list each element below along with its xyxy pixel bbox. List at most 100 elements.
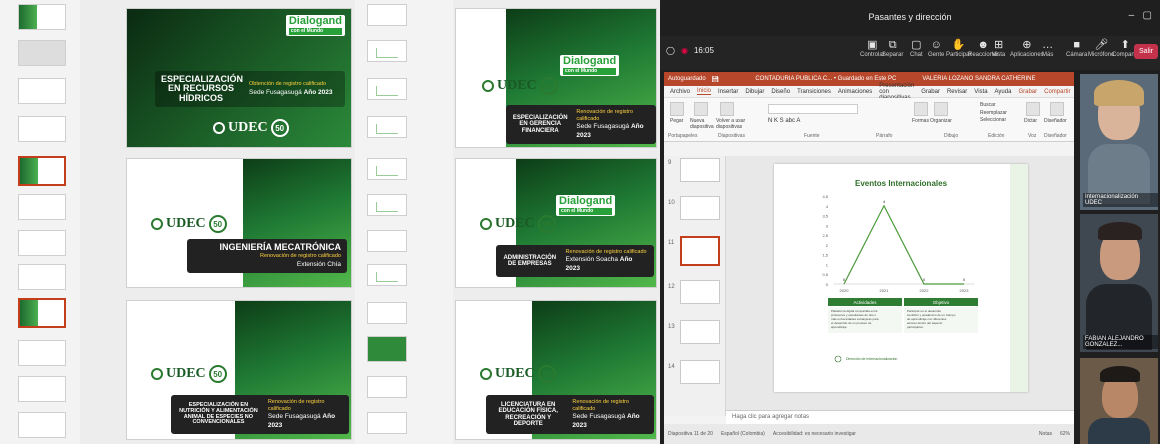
slide-recursos-hidricos[interactable]: Dialogand con el Mundo ESPECIALIZACIÓN EN… [126,8,352,148]
more-button[interactable]: … Más [1042,39,1053,58]
mini-slide[interactable] [18,412,66,438]
save-icon[interactable]: 💾︎ [712,76,720,83]
slide-editing-canvas: Eventos Internacionales 0 0,5 1 1,5 2 2,5 3 3,5 4… [726,156,1074,410]
mini-slide[interactable] [367,264,407,286]
slide-sorter-window: Dialogand con el Mundo ESPECIALIZACIÓN EN… [0,0,660,444]
tab-diseno[interactable]: Diseño [771,89,790,95]
camera-button[interactable]: ■ Cámara [1066,39,1087,58]
tab-insertar[interactable]: Insertar [718,89,738,95]
shapes-button[interactable] [914,102,928,116]
mini-slide[interactable] [367,376,407,398]
participant-body [1088,418,1150,444]
tab-animaciones[interactable]: Animaciones [838,89,872,95]
y-tick-label: 4 [826,204,829,209]
tab-dibujar[interactable]: Dibujar [745,89,764,95]
notes-button[interactable]: Notas [1039,431,1052,437]
mini-slide[interactable] [367,302,407,324]
participant-video[interactable] [1080,358,1158,444]
mini-slide[interactable] [18,194,66,220]
paste-button[interactable] [670,102,684,116]
participant-video[interactable]: Internacionalización UDEC [1080,74,1158,210]
reuse-slides-button[interactable] [720,102,734,116]
mini-slide[interactable] [367,116,407,138]
meeting-title: Pasantes y dirección [868,12,952,22]
view-icon: ⊞ [994,39,1004,51]
mini-slide[interactable] [367,40,407,62]
apps-button[interactable]: ⊕ Aplicaciones [1010,39,1044,58]
share-ppt-button[interactable]: Compartir [1044,89,1070,95]
udec-logo: UDEC 50 [213,119,289,137]
window-controls[interactable]: – ▢ [1129,10,1152,21]
udec-logo: UDEC 50 [151,365,227,383]
mini-slide[interactable] [367,230,407,252]
thumb-slide[interactable] [680,158,720,182]
designer-button[interactable] [1050,102,1064,116]
mini-slide[interactable] [18,40,66,66]
participant-video[interactable]: FABIAN ALEJANDRO GONZALEZ... [1080,214,1158,352]
tab-archivo[interactable]: Archivo [670,89,690,95]
slide-banner: LICENCIATURA EN EDUCACIÓN FÍSICA, RECREA… [486,395,654,435]
dictate-button[interactable] [1026,102,1040,116]
meeting-toolbar: ◯ ◉ 16:05 ▣ Controlar ⧉ Separar ▢ Chat ☺ Gente… [660,36,1160,70]
notes-pane[interactable]: Haga clic para agregar notas [726,410,1074,424]
tab-ayuda[interactable]: Ayuda [995,89,1012,95]
mini-slide-selected[interactable] [18,298,66,328]
slide-gerencia-financiera[interactable]: Dialogand con el Mundo UDEC 50 ESPECIALIZA… [455,8,657,148]
new-slide-button[interactable] [694,102,708,116]
participant-hair [1100,366,1140,382]
edit-group[interactable]: Buscar Reemplazar Seleccionar [980,102,1007,125]
zoom-level[interactable]: 62% [1060,431,1070,437]
mini-slide[interactable] [367,412,407,434]
mini-slide[interactable] [18,4,66,30]
mini-slide[interactable] [367,158,407,180]
separate-button[interactable]: ⧉ Separar [882,39,903,58]
chat-button[interactable]: ▢ Chat [910,39,923,58]
mic-button[interactable]: 🎤︎ Micrófono [1088,39,1114,58]
react-icon: ☻ [977,39,989,51]
dialogando-logo: Dialogand con el Mundo [556,195,616,216]
teams-title-bar: Pasantes y dirección – ▢ [660,0,1160,36]
thumb-slide[interactable] [680,280,720,304]
mini-slide[interactable] [18,116,66,142]
mini-slide[interactable] [18,230,66,256]
tab-grabar[interactable]: Grabar [921,89,940,95]
tab-transiciones[interactable]: Transiciones [797,89,831,95]
slide-administracion-empresas[interactable]: Dialogand con el Mundo UDEC 50 ADMINISTRAC… [455,158,657,288]
thumb-slide-selected[interactable] [680,236,720,266]
tab-vista[interactable]: Vista [974,89,987,95]
events-line-chart: Eventos Internacionales 0 0,5 1 1,5 2 2,5 3 3,5 4… [822,164,1028,392]
mini-slide[interactable] [367,194,407,216]
mini-slide[interactable] [18,264,66,290]
slide-nutricion-animal[interactable]: UDEC 50 ESPECIALIZACIÓN EN NUTRICIÓN Y AL… [126,300,352,440]
thumb-slide[interactable] [680,320,720,344]
view-button[interactable]: ⊞ Vista [992,39,1005,58]
people-icon: ☺ [930,39,942,51]
x-tick-label: 2023 [960,288,970,293]
leave-button[interactable]: Salir [1133,44,1158,59]
udec-logo: UDEC 50 [151,215,227,233]
slide-licenciatura-educacion-fisica[interactable]: UDEC 50 LICENCIATURA EN EDUCACIÓN FÍSICA,… [455,300,657,440]
data-label: 0 [963,277,966,282]
people-button[interactable]: ☺ Gente [928,39,944,58]
thumb-slide[interactable] [680,196,720,220]
mini-slide-selected[interactable] [18,156,66,186]
thumb-slide[interactable] [680,360,720,384]
font-format-buttons[interactable]: N K S abc A [768,118,800,124]
ppt-ribbon: Pegar Nueva diapositiva Volver a usar di… [664,98,1074,142]
slide-ingenieria-mecatronica[interactable]: UDEC 50 INGENIERÍA MECATRÓNICA Renovación… [126,158,352,288]
font-select[interactable] [768,104,858,114]
mini-slide[interactable] [367,336,407,362]
mini-slide[interactable] [18,376,66,402]
tab-inicio[interactable]: Inicio [697,88,712,95]
mini-slide[interactable] [367,4,407,26]
mini-slide[interactable] [367,78,407,100]
x-tick-label: 2022 [920,288,930,293]
mini-slide[interactable] [18,340,66,366]
mini-slide[interactable] [18,78,66,104]
arrange-button[interactable] [934,102,948,116]
current-slide[interactable]: Eventos Internacionales 0 0,5 1 1,5 2 2,5 3 3,5 4… [774,164,1028,392]
tab-revisar[interactable]: Revisar [947,89,967,95]
record-button[interactable]: Grabar [1018,89,1037,95]
control-button[interactable]: ▣ Controlar [860,39,885,58]
camera-icon: ■ [1073,39,1080,51]
